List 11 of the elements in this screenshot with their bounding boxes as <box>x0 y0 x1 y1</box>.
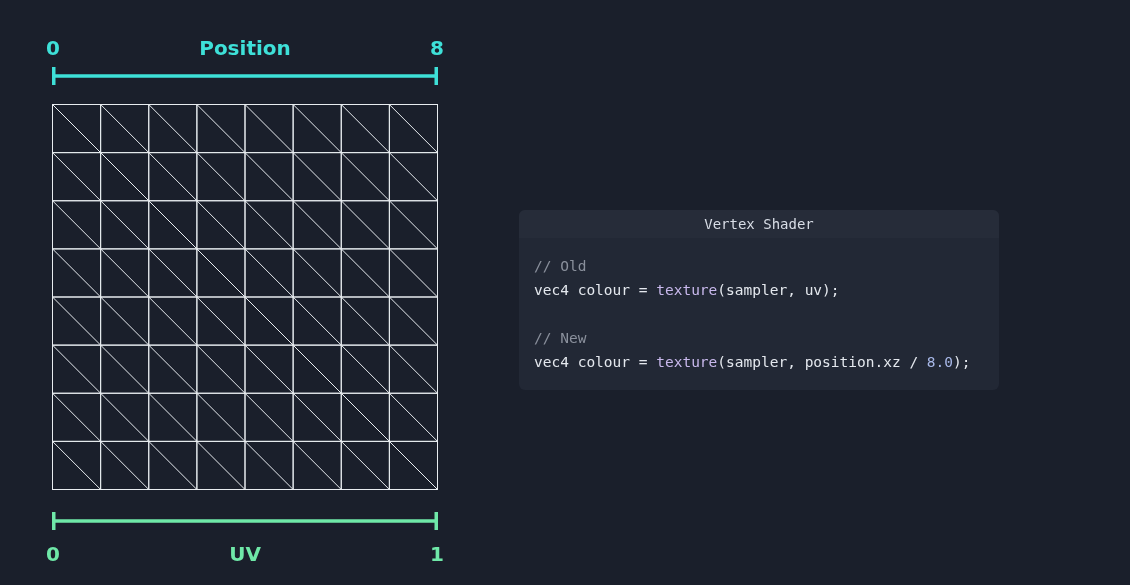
axis-label: 0 <box>46 542 60 566</box>
axis-label: 0 <box>46 36 60 60</box>
code-line: // New <box>534 329 588 348</box>
axis-title: Position <box>199 36 291 60</box>
axis-label: 8 <box>430 36 444 60</box>
code-line: // Old <box>534 257 588 276</box>
axis-label: 1 <box>430 542 444 566</box>
axis-title: UV <box>229 542 261 566</box>
code-line: vec4 colour = texture(sampler, uv); <box>534 281 841 300</box>
code-line: vec4 colour = texture(sampler, position.xz / 8.0); <box>534 353 972 372</box>
panel-title: Vertex Shader <box>519 210 999 238</box>
